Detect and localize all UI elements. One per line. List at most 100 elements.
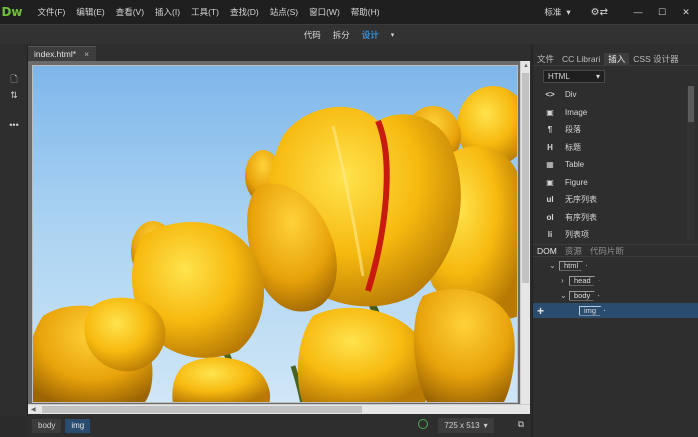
paragraph-icon: ¶ [547, 125, 553, 135]
div-icon: <> [545, 90, 555, 100]
image-icon: ▣ [546, 107, 554, 117]
insert-label: 段落 [565, 125, 581, 135]
workspace-switcher[interactable]: 标准 ▾ [544, 6, 570, 18]
breadcrumb-body[interactable]: body [32, 418, 62, 433]
insert-category-value: HTML [548, 72, 570, 81]
insert-list-scrollbar[interactable] [687, 86, 695, 240]
insert-paragraph[interactable]: ¶ 段落 [533, 121, 689, 139]
insert-list: <> Div ▣ Image ¶ 段落 H 标题 ▦ Table ▣ Figur… [533, 86, 689, 244]
view-code-button[interactable]: 代码 [304, 29, 321, 41]
insert-image[interactable]: ▣ Image [533, 104, 689, 122]
tab-index-html[interactable]: index.html* × [28, 46, 96, 61]
ul-icon: ul [546, 195, 554, 205]
panel-tabs: 文件 CC Librari 插入 CSS 设计器 [533, 52, 698, 66]
heading-icon: H [547, 142, 553, 152]
insert-category-select[interactable]: HTML ▾ [543, 70, 605, 83]
tab-assets[interactable]: 资源 [561, 245, 586, 257]
dom-node-body[interactable]: ⌄ body [533, 288, 698, 303]
more-options-icon[interactable]: ••• [0, 120, 28, 130]
add-element-icon[interactable]: + [537, 304, 544, 318]
menu-window[interactable]: 窗口(W) [304, 6, 346, 18]
scroll-up-icon[interactable]: ▲ [523, 63, 529, 69]
insert-heading[interactable]: H 标题 [533, 139, 689, 157]
li-icon: li [547, 230, 553, 240]
tab-css-designer[interactable]: CSS 设计器 [629, 53, 682, 65]
sync-settings-icon[interactable]: ⚙⇄ [591, 7, 608, 18]
menu-edit[interactable]: 编辑(E) [71, 6, 110, 18]
chevron-down-icon: ▾ [483, 421, 488, 430]
minimize-button[interactable]: — [626, 7, 650, 17]
menu-help[interactable]: 帮助(H) [345, 6, 385, 18]
insert-list-scroll-thumb[interactable] [688, 86, 694, 122]
app-logo: Dw [1, 5, 23, 19]
menu-site[interactable]: 站点(S) [264, 6, 303, 18]
horizontal-scrollbar[interactable]: ◀ [28, 404, 530, 414]
tulip-illustration [33, 86, 517, 402]
insert-label: 有序列表 [565, 212, 597, 222]
menu-file[interactable]: 文件(F) [32, 6, 71, 18]
sort-icon[interactable]: ⇅ [0, 90, 28, 101]
file-icon[interactable]: 🗋 [0, 72, 28, 88]
live-preview-icon[interactable]: ⧉ [518, 419, 524, 430]
chevron-down-icon[interactable]: ⌄ [549, 261, 556, 270]
insert-label: 无序列表 [565, 195, 597, 205]
design-view: ▲ ◀ [28, 61, 530, 414]
tab-insert[interactable]: 插入 [604, 52, 630, 65]
insert-label: Image [565, 107, 588, 117]
right-panel: 文件 CC Librari 插入 CSS 设计器 HTML ▾ <> Div ▣… [532, 44, 698, 437]
tab-files[interactable]: 文件 [533, 53, 558, 65]
scroll-left-icon[interactable]: ◀ [31, 406, 36, 413]
tab-label: index.html* [34, 49, 77, 59]
tab-cc-libraries[interactable]: CC Librari [558, 54, 604, 64]
dom-tree: ⌄ html › head ⌄ body + img [533, 258, 698, 318]
insert-unordered-list[interactable]: ul 无序列表 [533, 191, 689, 209]
status-bar: body img 725 x 513 ▾ ⧉ [28, 414, 530, 437]
insert-label: 列表项 [565, 230, 589, 240]
dom-node-head[interactable]: › head [533, 273, 698, 288]
title-controls: 标准 ▾ ⚙⇄ — ☐ ✕ [544, 0, 698, 24]
view-design-button[interactable]: 设计 [362, 29, 379, 41]
window-size-select[interactable]: 725 x 513 ▾ [438, 418, 494, 433]
tulip-image[interactable] [32, 65, 518, 403]
dom-panel-tabs: DOM 资源 代码片断 [533, 244, 698, 257]
insert-label: Figure [565, 177, 588, 187]
vertical-scrollbar[interactable]: ▲ [520, 61, 530, 404]
title-bar: Dw 文件(F) 编辑(E) 查看(V) 插入(I) 工具(T) 查找(D) 站… [0, 0, 698, 24]
dom-node-html[interactable]: ⌄ html [533, 258, 698, 273]
tab-dom[interactable]: DOM [533, 246, 561, 256]
view-split-button[interactable]: 拆分 [333, 29, 350, 41]
validation-ok-icon[interactable] [418, 419, 428, 429]
maximize-button[interactable]: ☐ [650, 7, 674, 18]
menu-view[interactable]: 查看(V) [110, 6, 149, 18]
menu-tools[interactable]: 工具(T) [186, 6, 225, 18]
chevron-right-icon[interactable]: › [561, 276, 564, 285]
insert-table[interactable]: ▦ Table [533, 156, 689, 174]
insert-label: Div [565, 90, 577, 100]
chevron-down-icon[interactable]: ▾ [391, 31, 395, 39]
insert-ordered-list[interactable]: ol 有序列表 [533, 209, 689, 227]
breadcrumb-img[interactable]: img [65, 418, 91, 433]
chevron-down-icon[interactable]: ⌄ [560, 291, 567, 300]
dom-node-img[interactable]: + img [533, 303, 698, 318]
horizontal-scroll-thumb[interactable] [42, 406, 362, 413]
dom-tag-label: img [579, 305, 606, 316]
menu-find[interactable]: 查找(D) [224, 6, 264, 18]
ol-icon: ol [546, 212, 554, 222]
dom-tag-label: html [559, 260, 588, 271]
workspace-label: 标准 [544, 7, 562, 17]
window-size-value: 725 x 513 [444, 421, 480, 430]
figure-icon: ▣ [546, 177, 554, 187]
insert-list-item[interactable]: li 列表项 [533, 226, 689, 244]
close-button[interactable]: ✕ [674, 7, 698, 18]
close-icon[interactable]: × [84, 49, 89, 59]
vertical-scroll-thumb[interactable] [522, 73, 529, 283]
chevron-down-icon: ▾ [566, 6, 571, 17]
menu-insert[interactable]: 插入(I) [150, 6, 186, 18]
table-icon: ▦ [546, 160, 554, 170]
tab-snippets[interactable]: 代码片断 [586, 245, 628, 257]
dom-tag-label: head [569, 275, 600, 286]
insert-div[interactable]: <> Div [533, 86, 689, 104]
insert-figure[interactable]: ▣ Figure [533, 174, 689, 192]
view-mode-bar: 代码 拆分 设计 ▾ [0, 24, 698, 44]
insert-label: Table [565, 160, 585, 170]
